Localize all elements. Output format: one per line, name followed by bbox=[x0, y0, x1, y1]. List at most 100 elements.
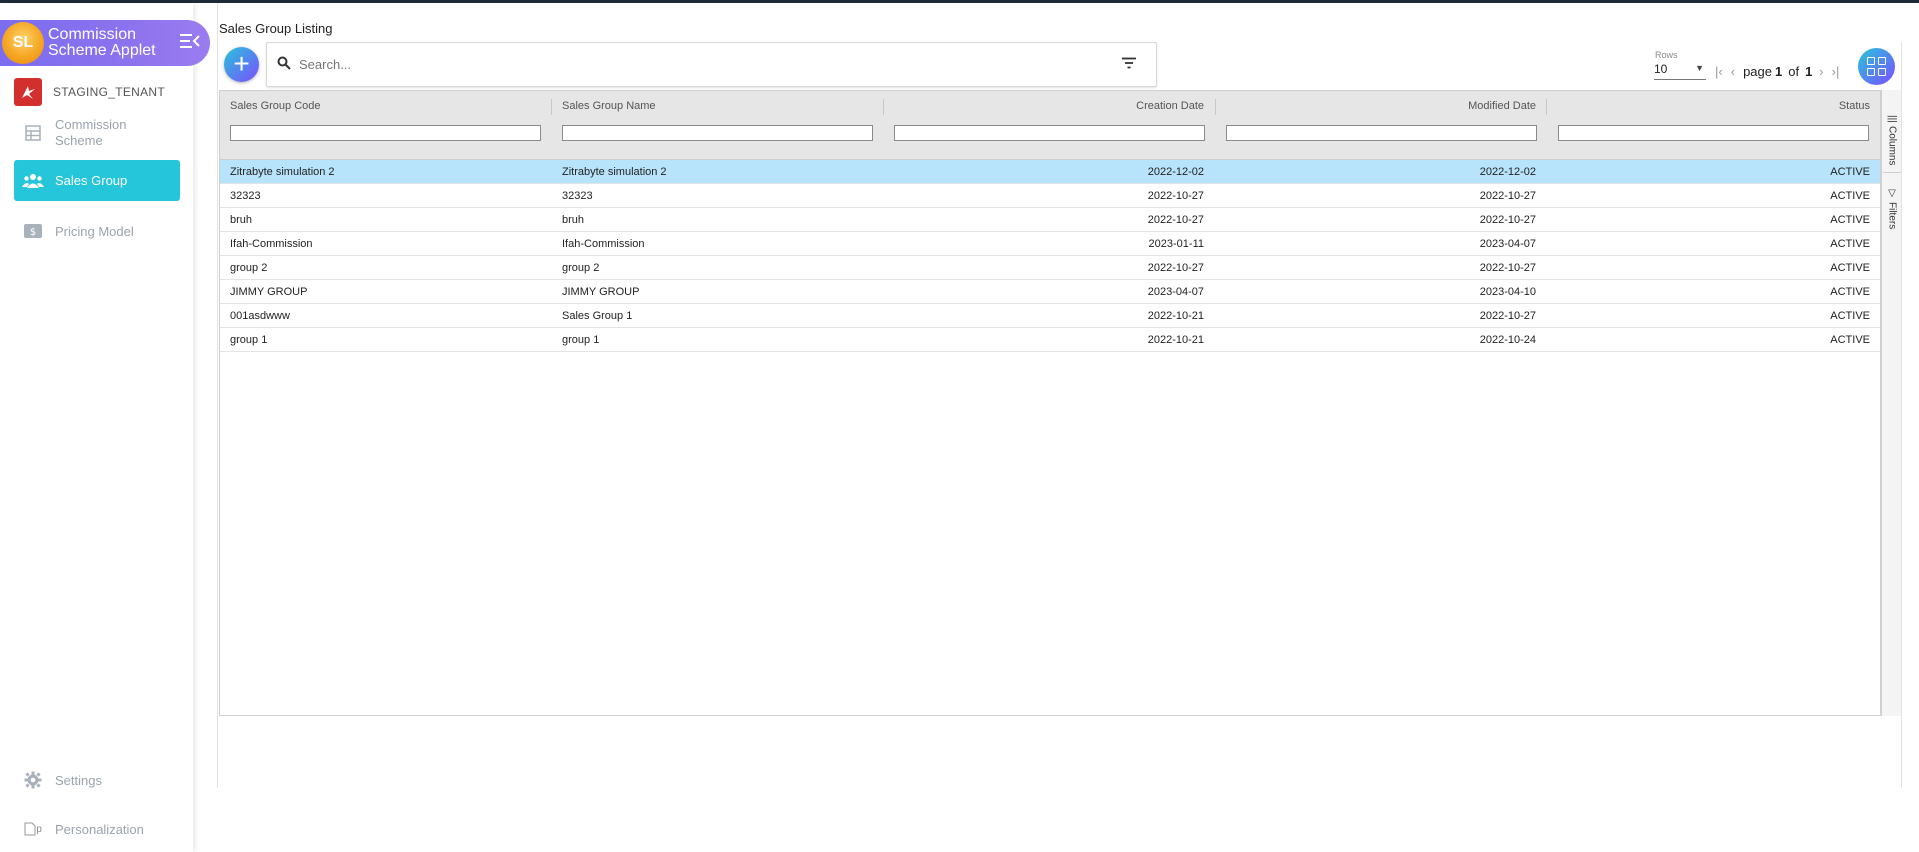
table-row[interactable]: 32323 32323 2022-10-27 2022-10-27 ACTIVE bbox=[220, 184, 1880, 208]
table-row[interactable]: group 1 group 1 2022-10-21 2022-10-24 AC… bbox=[220, 328, 1880, 352]
table-row[interactable]: bruh bruh 2022-10-27 2022-10-27 ACTIVE bbox=[220, 208, 1880, 232]
current-page: 1 bbox=[1774, 64, 1783, 79]
cell-status: ACTIVE bbox=[1830, 238, 1870, 250]
search-input[interactable] bbox=[299, 57, 1119, 72]
rows-label: Rows bbox=[1655, 50, 1678, 60]
sidebar-item-label: Settings bbox=[55, 772, 102, 788]
gear-icon bbox=[22, 769, 44, 791]
prev-page-icon[interactable]: ‹ bbox=[1731, 64, 1735, 79]
cell-sales-group-code: 32323 bbox=[230, 190, 261, 202]
cell-modified-date: 2023-04-07 bbox=[1479, 238, 1536, 250]
columns-panel-tab[interactable]: ||| Columns bbox=[1883, 115, 1901, 173]
sidebar-item-label: Personalization bbox=[55, 821, 144, 837]
cell-sales-group-name: group 1 bbox=[562, 334, 600, 346]
last-page-icon[interactable]: ›| bbox=[1832, 64, 1840, 79]
table-row[interactable]: Ifah-Commission Ifah-Commission 2023-01-… bbox=[220, 232, 1880, 256]
cell-status: ACTIVE bbox=[1830, 286, 1870, 298]
caret-down-icon: ▼ bbox=[1695, 63, 1704, 73]
table-row[interactable]: Zitrabyte simulation 2 Zitrabyte simulat… bbox=[220, 160, 1880, 184]
cell-sales-group-code: bruh bbox=[230, 214, 253, 226]
cell-modified-date: 2022-10-27 bbox=[1479, 214, 1536, 226]
search-icon bbox=[277, 56, 295, 73]
cell-sales-group-code: Zitrabyte simulation 2 bbox=[230, 166, 335, 178]
table-header: Sales Group Code Sales Group Name Creati… bbox=[220, 91, 1880, 160]
column-header-status[interactable]: Status bbox=[1839, 91, 1870, 121]
svg-text:$: $ bbox=[30, 227, 36, 238]
column-separator[interactable] bbox=[883, 99, 884, 115]
sales-group-table: Sales Group Code Sales Group Name Creati… bbox=[219, 90, 1881, 716]
sidebar-item-personalization[interactable]: p Personalization bbox=[14, 816, 180, 842]
cell-sales-group-name: JIMMY GROUP bbox=[562, 286, 640, 298]
cell-sales-group-code: JIMMY GROUP bbox=[230, 286, 308, 298]
page-label: page bbox=[1743, 64, 1772, 79]
cell-creation-date: 2023-01-11 bbox=[1148, 238, 1204, 250]
broken-image-icon: p bbox=[22, 818, 44, 840]
cell-creation-date: 2023-04-07 bbox=[1147, 286, 1204, 298]
cell-creation-date: 2022-10-27 bbox=[1147, 214, 1204, 226]
filter-icon[interactable] bbox=[1119, 56, 1139, 74]
cell-modified-date: 2022-12-02 bbox=[1479, 166, 1536, 178]
cell-modified-date: 2023-04-10 bbox=[1479, 286, 1536, 298]
next-page-icon[interactable]: › bbox=[1819, 64, 1823, 79]
collapse-menu-icon[interactable] bbox=[178, 32, 202, 55]
cell-status: ACTIVE bbox=[1830, 214, 1870, 226]
cell-sales-group-name: 32323 bbox=[562, 190, 593, 202]
column-header-sales-group-name[interactable]: Sales Group Name bbox=[562, 91, 656, 121]
table-row[interactable]: 001asdwww Sales Group 1 2022-10-21 2022-… bbox=[220, 304, 1880, 328]
filter-input-sales-group-code[interactable] bbox=[230, 125, 541, 141]
cell-sales-group-code: Ifah-Commission bbox=[230, 238, 313, 250]
cell-sales-group-name: group 2 bbox=[562, 262, 600, 274]
sidebar-item-pricing-model[interactable]: $ Pricing Model bbox=[14, 218, 180, 244]
filter-input-modified-date[interactable] bbox=[1226, 125, 1537, 141]
dollar-icon: $ bbox=[22, 220, 44, 242]
funnel-icon: ▽ bbox=[1886, 188, 1898, 199]
filters-tab-label: Filters bbox=[1886, 202, 1898, 230]
cell-modified-date: 2022-10-27 bbox=[1479, 262, 1536, 274]
cell-creation-date: 2022-10-21 bbox=[1147, 334, 1204, 346]
table-row[interactable]: group 2 group 2 2022-10-27 2022-10-27 AC… bbox=[220, 256, 1880, 280]
plus-icon: + bbox=[233, 48, 250, 79]
app-brand: SL Commission Scheme Applet bbox=[0, 20, 210, 66]
filters-panel-tab[interactable]: ▽ Filters bbox=[1883, 188, 1901, 240]
rows-value: 10 bbox=[1654, 62, 1668, 76]
right-border bbox=[1901, 42, 1902, 788]
total-pages: 1 bbox=[1805, 64, 1813, 79]
filter-input-creation-date[interactable] bbox=[894, 125, 1205, 141]
sidebar-item-commission-scheme[interactable]: Commission Scheme bbox=[14, 113, 180, 153]
sidebar-item-sales-group[interactable]: Sales Group bbox=[14, 160, 180, 201]
column-separator[interactable] bbox=[1215, 99, 1216, 115]
app-title: Commission Scheme Applet bbox=[48, 26, 156, 59]
cell-sales-group-code: 001asdwww bbox=[230, 310, 290, 322]
app-logo: SL bbox=[2, 22, 44, 64]
cell-status: ACTIVE bbox=[1830, 310, 1870, 322]
view-toggle-button[interactable] bbox=[1858, 48, 1895, 85]
column-header-sales-group-code[interactable]: Sales Group Code bbox=[230, 91, 321, 121]
add-sales-group-button[interactable]: + bbox=[224, 47, 259, 82]
columns-tab-label: Columns bbox=[1886, 125, 1898, 166]
of-label: of bbox=[1788, 64, 1800, 79]
filter-input-status[interactable] bbox=[1558, 125, 1869, 141]
first-page-icon[interactable]: |‹ bbox=[1715, 64, 1723, 79]
cell-modified-date: 2022-10-24 bbox=[1479, 334, 1536, 346]
filter-input-sales-group-name[interactable] bbox=[562, 125, 873, 141]
column-header-modified-date[interactable]: Modified Date bbox=[1468, 91, 1536, 121]
column-header-creation-date[interactable]: Creation Date bbox=[1136, 91, 1204, 121]
column-separator[interactable] bbox=[1546, 99, 1547, 115]
columns-icon: ||| bbox=[1886, 115, 1898, 123]
cell-creation-date: 2022-12-02 bbox=[1147, 166, 1204, 178]
cell-sales-group-code: group 1 bbox=[230, 334, 268, 346]
tenant-info: STAGING_TENANT bbox=[14, 78, 165, 106]
sidebar-item-label: Commission Scheme bbox=[55, 117, 127, 148]
cell-status: ACTIVE bbox=[1830, 166, 1870, 178]
cell-sales-group-code: group 2 bbox=[230, 262, 268, 274]
cell-status: ACTIVE bbox=[1830, 334, 1870, 346]
page-title: Sales Group Listing bbox=[219, 21, 333, 36]
rows-per-page-select[interactable]: 10 ▼ bbox=[1654, 62, 1706, 80]
tool-panel-sidebar: ||| Columns ▽ Filters bbox=[1881, 90, 1901, 716]
cell-sales-group-name: bruh bbox=[562, 214, 585, 226]
table-row[interactable]: JIMMY GROUP JIMMY GROUP 2023-04-07 2023-… bbox=[220, 280, 1880, 304]
cell-sales-group-name: Sales Group 1 bbox=[562, 310, 633, 322]
pagination: |‹ ‹ page 1 of 1 › ›| bbox=[1711, 64, 1843, 79]
column-separator[interactable] bbox=[551, 99, 552, 115]
sidebar-item-settings[interactable]: Settings bbox=[14, 767, 180, 793]
